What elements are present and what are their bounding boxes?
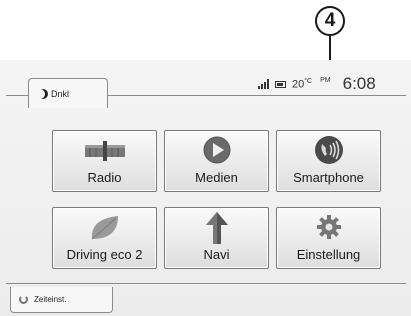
time-setting-button[interactable]: Zeiteinst.	[10, 287, 113, 313]
tile-label: Medien	[195, 170, 238, 185]
smartphone-icon	[314, 136, 343, 164]
tile-navi[interactable]: Navi	[164, 207, 269, 269]
tile-einstellung[interactable]: Einstellung	[276, 207, 381, 269]
signal-strength-icon	[258, 79, 269, 89]
status-indicators: 20°C PM 6:08	[258, 74, 376, 94]
temperature-unit: °C	[304, 77, 313, 85]
temperature-readout: 20°C	[292, 78, 312, 91]
head-unit-screen: Dnkl 20°C PM 6:08 Radio Medien Smartphon…	[0, 60, 411, 316]
moon-icon	[35, 89, 45, 99]
settings-gear-icon	[316, 215, 341, 239]
tile-driving-eco[interactable]: Driving eco 2	[52, 207, 157, 269]
tile-label: Smartphone	[293, 170, 364, 185]
night-mode-label: Dnkl	[51, 88, 70, 99]
temperature-value: 20	[292, 78, 305, 91]
ampm-indicator: PM	[320, 77, 331, 84]
eco-leaf-icon	[91, 216, 118, 240]
radio-icon	[84, 141, 125, 161]
battery-icon	[275, 80, 286, 88]
time-setting-label: Zeiteinst.	[34, 295, 67, 304]
tile-label: Navi	[203, 247, 230, 262]
tile-label: Einstellung	[296, 247, 361, 262]
tile-smartphone[interactable]: Smartphone	[276, 130, 381, 192]
refresh-icon	[19, 295, 28, 304]
callout-number: 4	[315, 6, 345, 36]
tile-label: Driving eco 2	[66, 247, 143, 262]
night-mode-tab[interactable]: Dnkl	[28, 78, 108, 108]
tile-label: Radio	[87, 170, 122, 185]
navigation-arrow-icon	[205, 212, 228, 244]
tile-medien[interactable]: Medien	[164, 130, 269, 192]
clock: 6:08	[342, 74, 376, 93]
tile-radio[interactable]: Radio	[52, 130, 157, 192]
footer-divider	[6, 283, 406, 284]
status-bar: Dnkl 20°C PM 6:08	[0, 60, 411, 112]
media-play-icon	[203, 136, 230, 164]
